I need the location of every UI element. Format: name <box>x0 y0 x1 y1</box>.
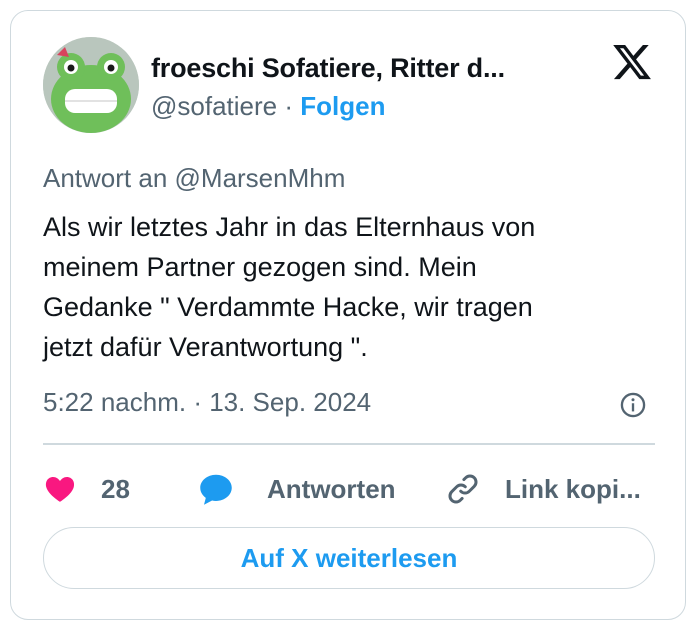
tweet-text-line: jetzt dafür Verantwortung ". <box>43 332 368 362</box>
x-logo-icon[interactable] <box>611 41 653 83</box>
link-icon <box>448 474 478 504</box>
like-count: 28 <box>101 473 130 504</box>
reply-to-label[interactable]: Antwort an @MarsenMhm <box>43 163 345 194</box>
tweet-text-line: Als wir letztes Jahr in das Elternhaus v… <box>43 212 536 242</box>
divider <box>43 443 655 445</box>
avatar[interactable] <box>43 37 139 133</box>
reply-button[interactable]: Antworten <box>197 469 396 509</box>
like-button[interactable]: 28 <box>43 469 130 509</box>
handle-separator: · <box>284 91 294 121</box>
tweet-card: froeschi Sofatiere, Ritter d... @sofatie… <box>10 10 686 620</box>
copy-link-label: Link kopi... <box>505 473 641 504</box>
tweet-text-line: meinem Partner gezogen sind. Mein <box>43 252 477 282</box>
tweet-timestamp[interactable]: 5:22 nachm. · 13. Sep. 2024 <box>43 387 371 418</box>
reply-label: Antworten <box>267 473 396 504</box>
read-more-button[interactable]: Auf X weiterlesen <box>43 527 655 589</box>
heart-icon <box>45 477 75 502</box>
follow-button[interactable]: Folgen <box>300 91 385 121</box>
speech-bubble-icon <box>200 474 232 505</box>
frog-avatar-icon <box>43 37 139 133</box>
author-handle[interactable]: @sofatiere <box>151 91 277 121</box>
info-icon[interactable] <box>619 391 647 419</box>
author-display-name[interactable]: froeschi Sofatiere, Ritter d... <box>151 53 505 84</box>
tweet-text: Als wir letztes Jahr in das Elternhaus v… <box>43 207 643 367</box>
copy-link-button[interactable]: Link kopi... <box>445 469 641 509</box>
author-handle-row: @sofatiere · Folgen <box>151 91 385 122</box>
tweet-text-line: Gedanke " Verdammte Hacke, wir tragen <box>43 292 533 322</box>
